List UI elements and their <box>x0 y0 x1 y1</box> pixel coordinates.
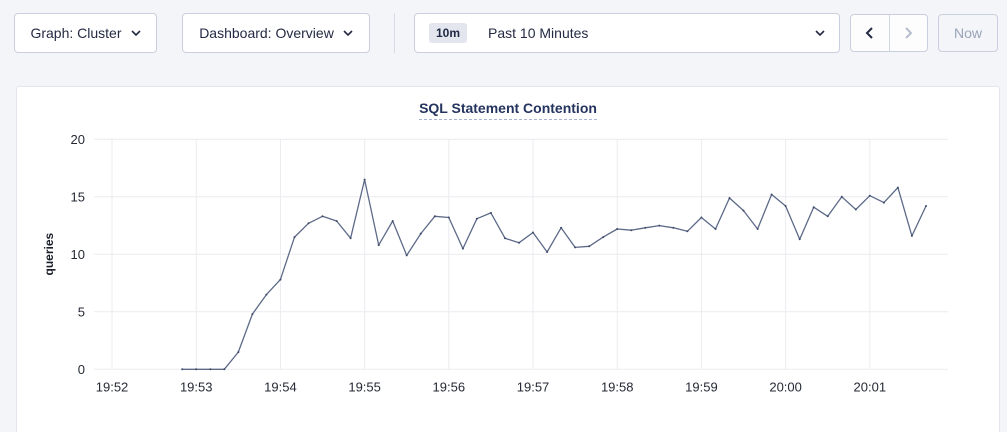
svg-text:20: 20 <box>71 132 85 147</box>
chevron-left-icon <box>865 27 874 39</box>
svg-text:20:01: 20:01 <box>854 379 887 394</box>
svg-text:19:57: 19:57 <box>517 379 550 394</box>
chevron-down-icon <box>131 30 141 36</box>
chevron-down-icon <box>343 30 353 36</box>
toolbar-divider <box>394 13 395 53</box>
time-step-button-group <box>850 14 928 52</box>
y-axis-label: queries <box>42 232 56 275</box>
now-button[interactable]: Now <box>938 14 998 52</box>
svg-text:20:00: 20:00 <box>769 379 802 394</box>
graph-dropdown[interactable]: Graph: Cluster <box>14 13 157 53</box>
time-window-dropdown[interactable]: 10m Past 10 Minutes <box>414 13 840 53</box>
y-tick-labels: 0 5 10 15 20 <box>71 132 85 377</box>
svg-text:19:59: 19:59 <box>685 379 718 394</box>
svg-text:15: 15 <box>71 189 85 204</box>
line-chart[interactable]: 0510152019:5219:5319:5419:5519:5619:5719… <box>17 121 999 431</box>
x-tick-labels: 19:52 19:53 19:54 19:55 19:56 19:57 19:58 19:59… <box>96 379 886 394</box>
chevron-down-icon <box>815 30 825 36</box>
svg-text:19:58: 19:58 <box>601 379 634 394</box>
svg-text:19:54: 19:54 <box>264 379 297 394</box>
svg-text:19:56: 19:56 <box>433 379 466 394</box>
series-line <box>182 180 926 370</box>
time-window-badge: 10m <box>429 23 467 43</box>
next-time-button[interactable] <box>889 15 928 51</box>
svg-text:10: 10 <box>71 247 85 262</box>
chart-card: SQL Statement Contention 0510152019:5219… <box>16 86 1000 432</box>
y-gridlines <box>94 139 948 369</box>
svg-text:19:53: 19:53 <box>180 379 213 394</box>
svg-text:19:52: 19:52 <box>96 379 129 394</box>
dashboard-dropdown-label: Dashboard: Overview <box>199 25 334 41</box>
chart-title[interactable]: SQL Statement Contention <box>419 100 597 120</box>
svg-text:5: 5 <box>78 304 85 319</box>
graph-dropdown-label: Graph: Cluster <box>30 25 121 41</box>
time-window-label: Past 10 Minutes <box>488 25 588 41</box>
svg-text:0: 0 <box>78 362 85 377</box>
svg-text:19:55: 19:55 <box>348 379 381 394</box>
chart-title-row: SQL Statement Contention <box>17 87 999 120</box>
chevron-right-icon <box>904 27 913 39</box>
previous-time-button[interactable] <box>851 15 889 51</box>
dashboard-dropdown[interactable]: Dashboard: Overview <box>182 13 370 53</box>
